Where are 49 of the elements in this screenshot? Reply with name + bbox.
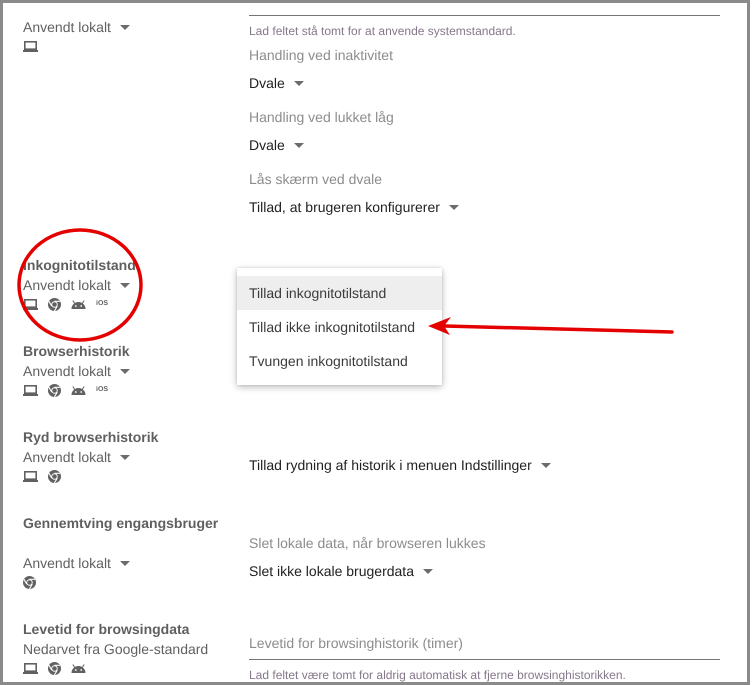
helper-text: Lad feltet stå tomt for at anvende systemstandard. (249, 24, 517, 38)
field-label: Handling ved inaktivitet (249, 46, 393, 65)
field-label: Lås skærm ved dvale (249, 170, 382, 189)
caret-icon (120, 454, 130, 460)
chrome-icon (48, 662, 61, 674)
field-label: Slet lokale data, når browseren lukkes (249, 534, 486, 553)
field-label: Handling ved lukket låg (249, 108, 394, 127)
laptop-icon (23, 298, 38, 310)
dropdown[interactable]: Tillad rydning af historik i menuen Indstillinger (249, 455, 551, 475)
status-dropdown[interactable]: Anvendt lokalt (23, 361, 130, 381)
dropdown[interactable]: Tillad, at brugeren konfigurerer (249, 197, 459, 217)
caret-icon (120, 368, 130, 374)
chrome-icon (23, 576, 36, 588)
setting-title: Inkognitotilstand (23, 256, 136, 275)
menu-item[interactable]: Tillad inkognitotilstand (237, 276, 442, 310)
laptop-icon (23, 662, 38, 674)
chrome-icon (48, 298, 61, 310)
menu-item[interactable]: Tvungen inkognitotilstand (237, 344, 442, 378)
setting-title: Ryd browserhistorik (23, 428, 158, 447)
setting-title: Browserhistorik (23, 342, 130, 361)
caret-icon (448, 204, 459, 210)
caret-icon (120, 282, 130, 288)
caret-icon (120, 560, 130, 566)
caret-icon (294, 80, 304, 86)
laptop-icon (23, 384, 38, 396)
dropdown[interactable]: Dvale (249, 73, 304, 93)
android-icon (71, 300, 86, 308)
caret-icon (120, 24, 130, 30)
status-dropdown[interactable]: Anvendt lokalt (23, 17, 130, 37)
android-icon (71, 664, 86, 672)
status-text: Nedarvet fra Google-standard (23, 640, 208, 659)
status-dropdown[interactable]: Anvendt lokalt (23, 553, 130, 573)
android-icon (71, 386, 86, 394)
text-field[interactable]: Levetid for browsinghistorik (timer) (249, 633, 720, 660)
caret-icon (423, 568, 433, 574)
setting-title: Gennemtving engangsbruger (23, 514, 218, 533)
caret-icon (294, 142, 304, 148)
status-dropdown[interactable]: Anvendt lokalt (23, 275, 130, 295)
status-dropdown[interactable]: Anvendt lokalt (23, 447, 130, 467)
dropdown[interactable]: Dvale (249, 135, 304, 155)
caret-icon (540, 462, 551, 468)
laptop-icon (23, 470, 38, 482)
dropdown[interactable]: Slet ikke lokale brugerdata (249, 561, 433, 581)
chrome-icon (48, 384, 61, 396)
setting-title: Levetid for browsingdata (23, 620, 190, 639)
helper-text: Lad feltet være tomt for aldrig automatisk at fjerne browsinghistorikken. (249, 668, 627, 682)
laptop-icon (23, 40, 38, 52)
chrome-icon (48, 470, 61, 482)
menu-item[interactable]: Tillad ikke inkognitotilstand (237, 310, 442, 344)
